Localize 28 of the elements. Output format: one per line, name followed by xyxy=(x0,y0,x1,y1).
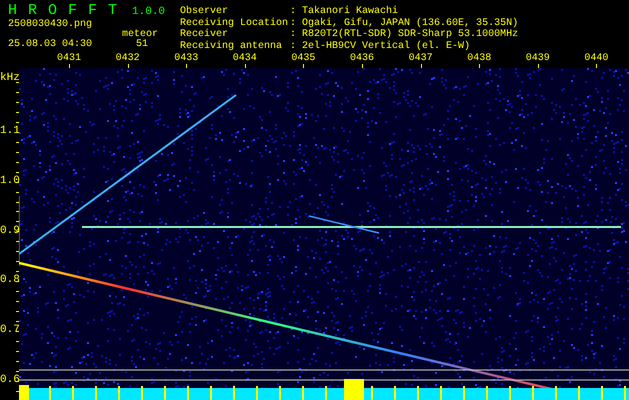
frequency-label: 0.8 xyxy=(0,274,20,286)
count-label: meteor xyxy=(122,30,158,40)
info-value: : Takanori Kawachi xyxy=(290,6,400,18)
app-name: HROFFT xyxy=(8,2,128,19)
info-value: : 2el-HB9CV Vertical (el. E-W) xyxy=(290,40,472,52)
time-label: 0435 xyxy=(291,53,316,64)
time-label: 0432 xyxy=(116,53,140,64)
time-label: 0437 xyxy=(408,53,433,64)
axis-unit: kHz xyxy=(0,72,20,84)
time-label: 0438 xyxy=(467,53,492,64)
info-label: Observer xyxy=(180,6,230,18)
info-label: Receiving antenna xyxy=(180,40,284,52)
time-label: 0433 xyxy=(174,53,198,64)
meteor-count: 51 xyxy=(136,40,148,50)
info-label: Receiver xyxy=(180,29,230,40)
info-value: : R820T2(RTL-SDR) SDR-Sharp 53.1000MHz xyxy=(290,29,518,40)
frequency-label: 0.7 xyxy=(0,324,20,336)
time-label: 0431 xyxy=(57,53,82,64)
date-time: 25.08.03 04:30 xyxy=(8,40,92,50)
info-label: Receiving Location xyxy=(180,18,288,28)
time-label: 0434 xyxy=(232,53,257,64)
time-label: 0439 xyxy=(526,53,550,64)
version-label: 1.0.0 xyxy=(132,5,166,20)
frequency-label: 0.9 xyxy=(0,224,20,237)
info-value: : Ogaki, Gifu, JAPAN (136.60E, 35.35N) xyxy=(290,18,518,28)
time-label: 0436 xyxy=(350,53,374,64)
time-label: 0440 xyxy=(584,53,608,64)
file-name: 2508030430.png xyxy=(8,20,94,30)
